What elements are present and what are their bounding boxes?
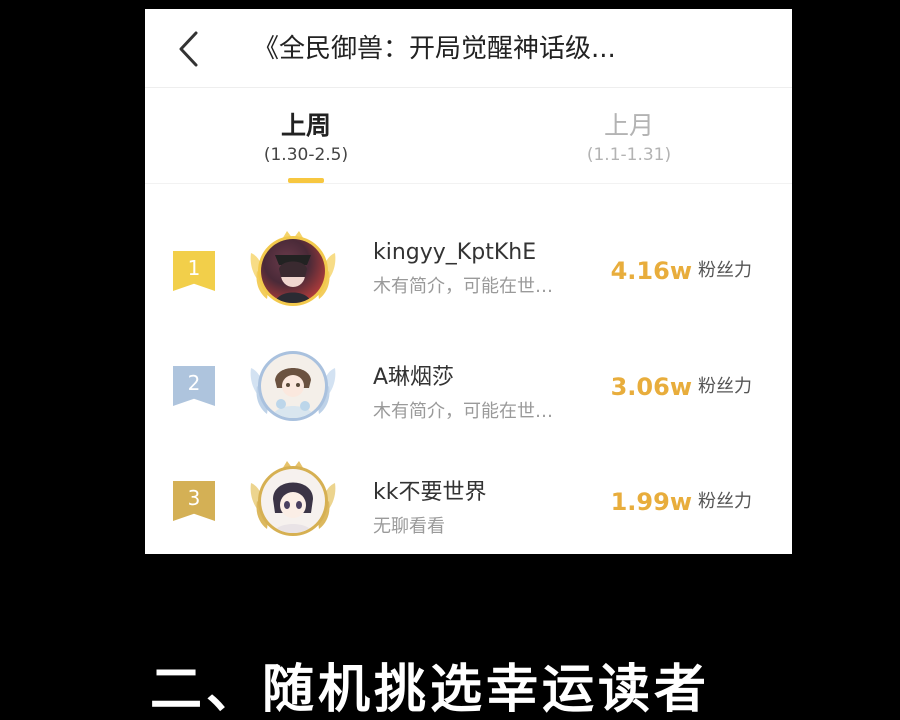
page-title: 《全民御兽：开局觉醒神话级... [253, 34, 616, 64]
user-name[interactable]: kk不要世界 [373, 478, 486, 508]
fan-power-value: 3.06w [610, 373, 692, 401]
list-item[interactable]: 2 A琳烟莎 木有简介，可能在世… 3.06w 粉丝力 [145, 336, 792, 436]
tab-last-week[interactable]: 上周 (1.30-2.5) [226, 109, 386, 167]
header-bar: 《全民御兽：开局觉醒神话级... [145, 9, 792, 87]
user-bio: 木有简介，可能在世… [373, 276, 553, 297]
user-name[interactable]: A琳烟莎 [373, 363, 454, 393]
fan-ranking-panel: 《全民御兽：开局觉醒神话级... 上周 (1.30-2.5) 上月 (1.1-1… [145, 9, 792, 554]
rank-badge: 1 [173, 251, 215, 291]
fan-power-value: 1.99w [610, 488, 692, 516]
tab-date-range: (1.30-2.5) [263, 145, 349, 165]
tab-label: 上周 [280, 111, 331, 140]
rank-badge: 3 [173, 481, 215, 521]
fan-power-label: 粉丝力 [698, 260, 752, 281]
fan-power-label: 粉丝力 [698, 376, 752, 397]
tabs-divider [145, 183, 792, 184]
list-item[interactable]: 1 kingyy_KptKhE 木有简介，可能在世… 4.16w 粉丝力 [145, 221, 792, 321]
avatar[interactable] [243, 342, 343, 434]
avatar-art-icon [273, 482, 313, 533]
rank-badge: 2 [173, 366, 215, 406]
chevron-left-icon [179, 31, 198, 67]
video-caption: 二、随机挑选幸运读者 [150, 660, 711, 720]
user-name[interactable]: kingyy_KptKhE [373, 238, 536, 268]
header-divider [145, 87, 792, 88]
list-item[interactable]: 3 kk不要世界 无聊看看 1.99w 粉丝力 [145, 451, 792, 551]
user-bio: 木有简介，可能在世… [373, 401, 553, 422]
avatar[interactable] [243, 457, 343, 549]
fan-power-value: 4.16w [610, 257, 692, 285]
tab-last-month[interactable]: 上月 (1.1-1.31) [549, 109, 709, 167]
avatar[interactable] [243, 227, 343, 319]
tab-label: 上月 [603, 111, 654, 140]
tab-date-range: (1.1-1.31) [586, 145, 672, 165]
avatar-art-icon [271, 368, 315, 418]
fan-power-label: 粉丝力 [698, 491, 752, 512]
avatar-image [261, 354, 325, 418]
back-button[interactable] [173, 27, 203, 71]
avatar-image [261, 239, 325, 303]
user-bio: 无聊看看 [373, 516, 445, 537]
avatar-art-icon [275, 255, 311, 303]
avatar-image [261, 469, 325, 533]
